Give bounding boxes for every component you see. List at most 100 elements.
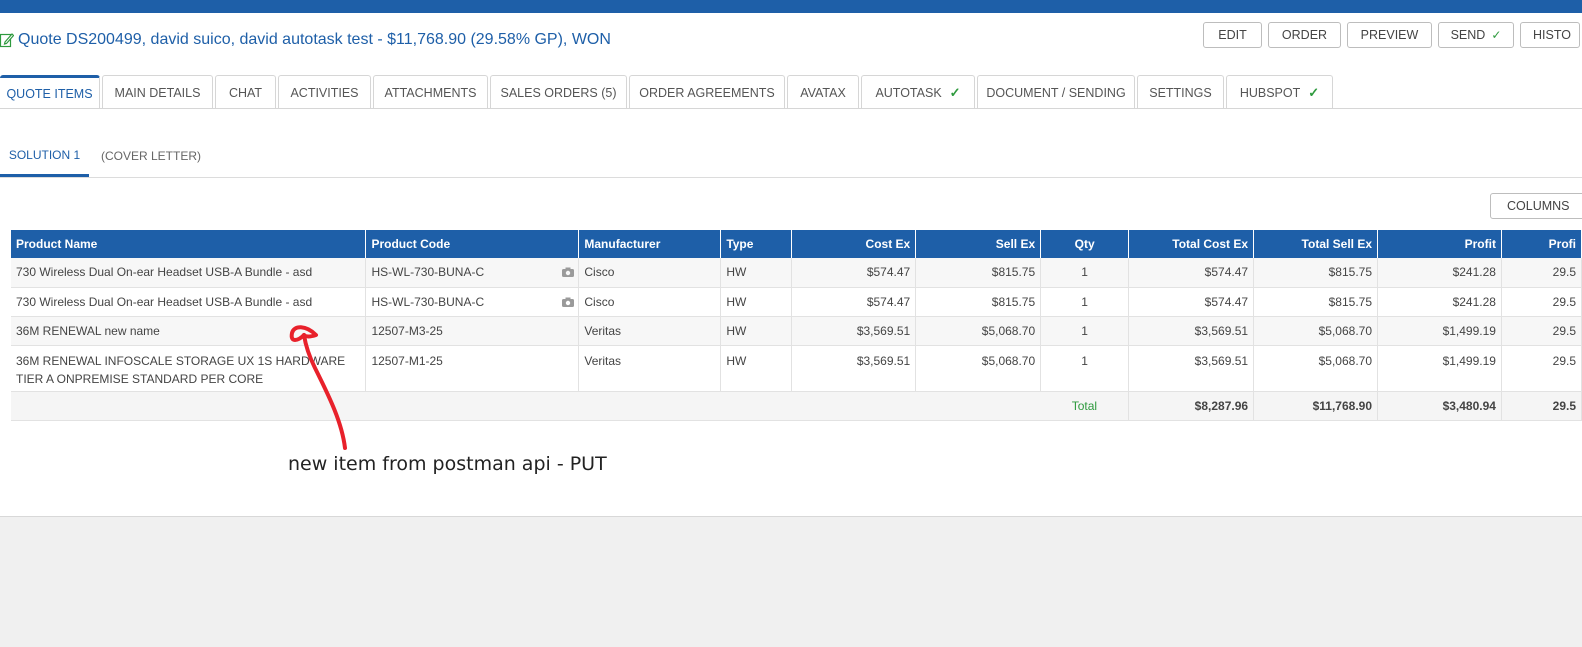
profit-cell: $1,499.19 (1377, 316, 1502, 346)
empty-cell (578, 391, 721, 421)
solution-tabs: SOLUTION 1 (COVER LETTER) (0, 135, 213, 177)
profit-cell: $241.28 (1377, 258, 1502, 288)
table-row[interactable]: 36M RENEWAL new name 12507-M3-25 Veritas… (11, 316, 1582, 346)
quote-items-table: Product Name Product Code Manufacturer T… (11, 230, 1582, 421)
tab-order-agreements[interactable]: ORDER AGREEMENTS (629, 75, 785, 109)
subtab-solution-1[interactable]: SOLUTION 1 (0, 135, 89, 177)
camera-icon[interactable] (562, 267, 575, 277)
total-row: Total $8,287.96 $11,768.90 $3,480.94 29.… (11, 391, 1582, 421)
tab-main-details[interactable]: MAIN DETAILS (102, 75, 213, 109)
qty-cell: 1 (1040, 287, 1130, 317)
col-qty[interactable]: Qty (1040, 230, 1130, 258)
tab-settings[interactable]: SETTINGS (1137, 75, 1224, 109)
qty-cell: 1 (1040, 345, 1130, 392)
qty-cell: 1 (1040, 258, 1130, 288)
columns-button[interactable]: COLUMNS (1490, 193, 1582, 219)
profit-pct-cell: 29.5 (1501, 316, 1582, 346)
cost-ex-cell: $574.47 (791, 287, 917, 317)
col-product-name[interactable]: Product Name (11, 230, 367, 258)
tab-quote-items[interactable]: QUOTE ITEMS (0, 75, 100, 109)
manufacturer-cell: Cisco (578, 258, 722, 288)
manufacturer-cell: Veritas (578, 316, 722, 346)
send-button[interactable]: SEND ✓ (1438, 22, 1514, 48)
profit-sum: $3,480.94 (1377, 391, 1502, 421)
type-cell: HW (720, 258, 793, 288)
col-profit[interactable]: Profit (1377, 230, 1502, 258)
camera-icon[interactable] (562, 297, 575, 307)
action-buttons: EDIT ORDER PREVIEW SEND ✓ HISTO (1203, 22, 1580, 48)
product-name-cell[interactable]: 730 Wireless Dual On-ear Headset USB-A B… (11, 258, 367, 288)
profit-pct-cell: 29.5 (1501, 345, 1582, 392)
manufacturer-cell: Cisco (578, 287, 722, 317)
table-row[interactable]: 730 Wireless Dual On-ear Headset USB-A B… (11, 287, 1582, 317)
total-cost-cell: $574.47 (1128, 258, 1255, 288)
check-icon: ✓ (949, 84, 961, 100)
col-sell-ex[interactable]: Sell Ex (915, 230, 1042, 258)
total-sell-sum: $11,768.90 (1253, 391, 1379, 421)
chevron-down-icon: ✓ (1491, 28, 1502, 42)
product-code-text: HS-WL-730-BUNA-C (371, 294, 485, 309)
tab-avatax[interactable]: AVATAX (787, 75, 859, 109)
edit-pencil-icon[interactable] (0, 32, 14, 48)
tab-activities[interactable]: ACTIVITIES (278, 75, 371, 109)
red-arrow-annotation (289, 325, 347, 450)
empty-cell (365, 391, 579, 421)
profit-pct-sum: 29.5 (1501, 391, 1582, 421)
table-header-row: Product Name Product Code Manufacturer T… (11, 230, 1582, 258)
product-code-cell: HS-WL-730-BUNA-C (365, 258, 580, 288)
total-cost-sum: $8,287.96 (1128, 391, 1255, 421)
order-button[interactable]: ORDER (1268, 22, 1341, 48)
table-row[interactable]: 730 Wireless Dual On-ear Headset USB-A B… (11, 258, 1582, 288)
tab-autotask-label: AUTOTASK (875, 85, 942, 100)
main-tabs: QUOTE ITEMS MAIN DETAILS CHAT ACTIVITIES… (0, 75, 1335, 109)
profit-pct-cell: 29.5 (1501, 287, 1582, 317)
total-label: Total (1040, 391, 1130, 421)
edit-button[interactable]: EDIT (1203, 22, 1262, 48)
total-sell-cell: $5,068.70 (1253, 345, 1379, 392)
manufacturer-cell: Veritas (578, 345, 722, 392)
subtab-cover-letter[interactable]: (COVER LETTER) (89, 135, 213, 177)
sell-ex-cell: $815.75 (915, 258, 1042, 288)
preview-button[interactable]: PREVIEW (1347, 22, 1432, 48)
col-product-code[interactable]: Product Code (365, 230, 580, 258)
subtabs-divider (0, 177, 1582, 178)
sell-ex-cell: $5,068.70 (915, 345, 1042, 392)
tab-autotask[interactable]: AUTOTASK ✓ (861, 75, 975, 109)
total-cost-cell: $3,569.51 (1128, 316, 1255, 346)
profit-pct-cell: 29.5 (1501, 258, 1582, 288)
profit-cell: $241.28 (1377, 287, 1502, 317)
empty-cell (720, 391, 792, 421)
cost-ex-cell: $3,569.51 (791, 316, 917, 346)
tab-sales-orders[interactable]: SALES ORDERS (5) (490, 75, 627, 109)
col-total-sell-ex[interactable]: Total Sell Ex (1253, 230, 1379, 258)
sell-ex-cell: $5,068.70 (915, 316, 1042, 346)
qty-cell: 1 (1040, 316, 1130, 346)
type-cell: HW (720, 287, 793, 317)
check-icon: ✓ (1308, 84, 1320, 100)
product-code-cell: 12507-M1-25 (365, 345, 580, 392)
product-name-cell[interactable]: 730 Wireless Dual On-ear Headset USB-A B… (11, 287, 367, 317)
col-type[interactable]: Type (720, 230, 793, 258)
history-button[interactable]: HISTO (1520, 22, 1580, 48)
product-code-text: HS-WL-730-BUNA-C (371, 265, 485, 280)
col-total-cost-ex[interactable]: Total Cost Ex (1128, 230, 1255, 258)
quote-panel: Quote DS200499, david suico, david autot… (0, 13, 1582, 517)
tab-document-sending[interactable]: DOCUMENT / SENDING (977, 75, 1135, 109)
tab-attachments[interactable]: ATTACHMENTS (373, 75, 488, 109)
tab-hubspot[interactable]: HUBSPOT ✓ (1226, 75, 1333, 109)
annotation-text: new item from postman api - PUT (288, 453, 607, 475)
sell-ex-cell: $815.75 (915, 287, 1042, 317)
quote-header: Quote DS200499, david suico, david autot… (0, 29, 611, 51)
cost-ex-cell: $3,569.51 (791, 345, 917, 392)
col-cost-ex[interactable]: Cost Ex (791, 230, 917, 258)
type-cell: HW (720, 345, 793, 392)
total-sell-cell: $5,068.70 (1253, 316, 1379, 346)
col-profit-pct[interactable]: Profi (1501, 230, 1582, 258)
tab-hubspot-label: HUBSPOT (1239, 85, 1301, 100)
tab-chat[interactable]: CHAT (215, 75, 276, 109)
empty-cell (915, 391, 1041, 421)
total-sell-cell: $815.75 (1253, 287, 1379, 317)
table-row[interactable]: 36M RENEWAL INFOSCALE STORAGE UX 1S HARD… (11, 345, 1582, 392)
type-cell: HW (720, 316, 793, 346)
col-manufacturer[interactable]: Manufacturer (578, 230, 722, 258)
